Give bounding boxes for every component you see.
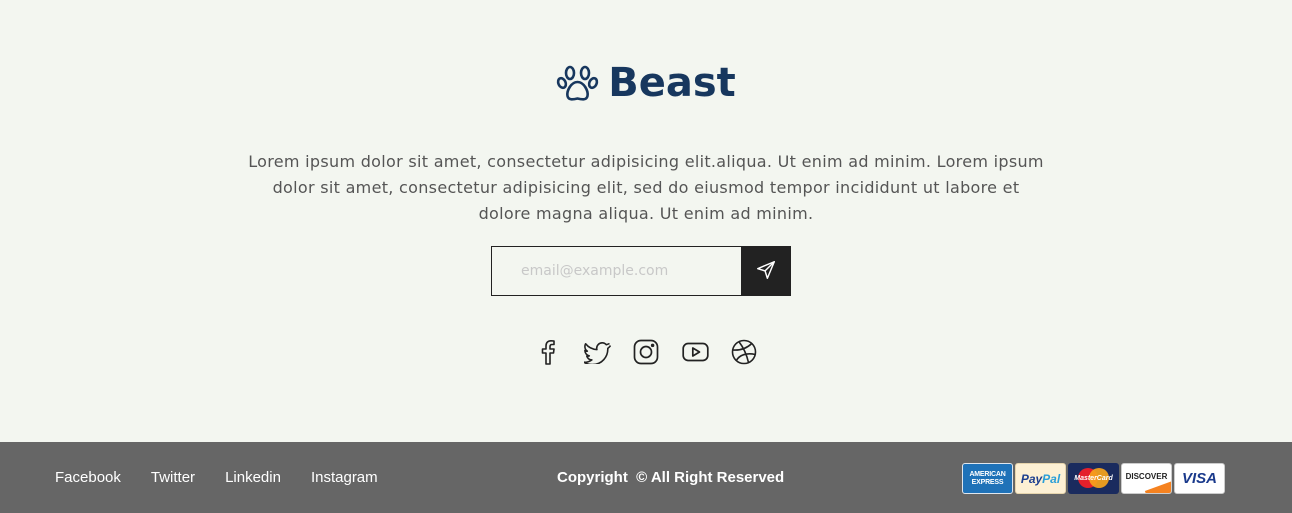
paw-icon — [556, 61, 600, 105]
brand-logo-link[interactable]: Beast — [556, 58, 736, 108]
subscribe-button[interactable] — [741, 246, 791, 296]
social-links — [0, 339, 1292, 369]
send-icon — [755, 259, 777, 284]
paypal-card-icon: Pay Pal — [1015, 463, 1066, 494]
email-input[interactable] — [491, 246, 741, 296]
mastercard-card-icon: MasterCard — [1068, 463, 1119, 494]
footer-description: Lorem ipsum dolor sit amet, consectetur … — [248, 152, 1044, 223]
brand-name: Beast — [608, 60, 736, 106]
dribbble-link[interactable] — [731, 339, 757, 369]
dribbble-icon — [731, 339, 757, 369]
amex-label-line2: EXPRESS — [971, 478, 1004, 486]
youtube-link[interactable] — [681, 340, 709, 368]
paypal-label-pal: Pal — [1042, 471, 1061, 486]
instagram-icon — [633, 339, 659, 369]
facebook-icon — [541, 339, 555, 369]
footer-upper-section: Beast Lorem ipsum dolor sit amet, consec… — [0, 0, 1292, 442]
footer-link-twitter[interactable]: Twitter — [151, 469, 195, 486]
instagram-link[interactable] — [633, 339, 659, 369]
amex-label-line1: AMERICAN — [969, 470, 1006, 478]
facebook-link[interactable] — [535, 340, 561, 368]
youtube-icon — [681, 342, 709, 366]
footer-link-instagram[interactable]: Instagram — [311, 469, 378, 486]
footer-link-linkedin[interactable]: Linkedin — [225, 469, 281, 486]
newsletter-form — [491, 246, 791, 296]
mastercard-label: MasterCard — [1074, 475, 1113, 482]
amex-card-icon: AMERICAN EXPRESS — [962, 463, 1013, 494]
twitter-link[interactable] — [582, 340, 611, 368]
discover-card-icon: DISCOVER — [1121, 463, 1172, 494]
brand-logo: Beast — [0, 58, 1292, 108]
visa-card-icon: VISA — [1174, 463, 1225, 494]
discover-label: DISCOVER — [1125, 472, 1168, 481]
discover-stripe — [1144, 480, 1171, 493]
footer-bottom-bar: Facebook Twitter Linkedin Instagram Copy… — [0, 442, 1292, 513]
visa-label: VISA — [1181, 470, 1217, 487]
payment-methods: AMERICAN EXPRESS Pay Pal MasterCard DISCO… — [962, 463, 1225, 494]
footer-nav: Facebook Twitter Linkedin Instagram — [55, 442, 378, 513]
footer-link-facebook[interactable]: Facebook — [55, 469, 121, 486]
twitter-icon — [582, 341, 611, 368]
paypal-label-pay: Pay — [1020, 471, 1043, 486]
footer-page: Beast Lorem ipsum dolor sit amet, consec… — [0, 0, 1292, 513]
copyright-text: Copyright © All Right Reserved — [557, 469, 785, 486]
